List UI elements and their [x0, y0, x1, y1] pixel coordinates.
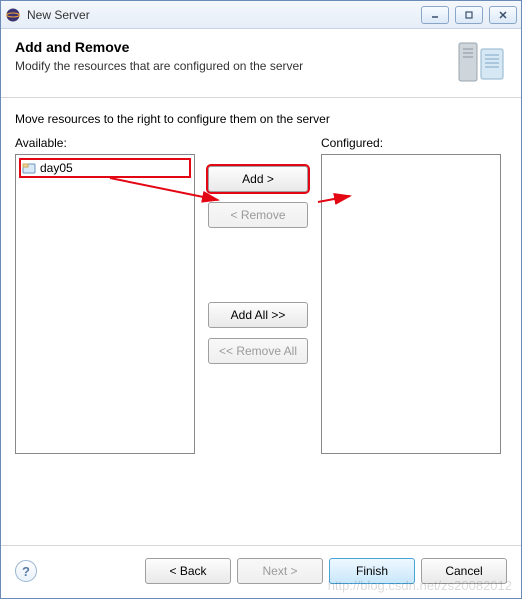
help-button[interactable]: ? [15, 560, 37, 582]
new-server-dialog: New Server Add and Remove Modify the res… [0, 0, 522, 599]
cancel-button[interactable]: Cancel [421, 558, 507, 584]
finish-button[interactable]: Finish [329, 558, 415, 584]
window-title: New Server [27, 8, 90, 22]
list-item-label: day05 [40, 161, 73, 175]
available-label: Available: [15, 136, 195, 150]
dialog-content: Move resources to the right to configure… [1, 98, 521, 545]
dialog-footer: ? < Back Next > Finish Cancel [1, 545, 521, 598]
configured-column: Configured: [321, 136, 501, 537]
minimize-button[interactable] [421, 6, 449, 24]
eclipse-icon [5, 7, 21, 23]
close-button[interactable] [489, 6, 517, 24]
back-button[interactable]: < Back [145, 558, 231, 584]
transfer-buttons: Add > < Remove Add All >> << Remove All [203, 136, 313, 537]
configured-label: Configured: [321, 136, 501, 150]
titlebar[interactable]: New Server [1, 1, 521, 29]
remove-all-button: << Remove All [208, 338, 308, 364]
add-all-button[interactable]: Add All >> [208, 302, 308, 328]
window-controls [421, 6, 517, 24]
dialog-header: Add and Remove Modify the resources that… [1, 29, 521, 98]
available-column: Available: day05 [15, 136, 195, 537]
remove-button: < Remove [208, 202, 308, 228]
instruction-text: Move resources to the right to configure… [15, 112, 507, 126]
configured-listbox[interactable] [321, 154, 501, 454]
next-button: Next > [237, 558, 323, 584]
available-listbox[interactable]: day05 [15, 154, 195, 454]
dialog-subtitle: Modify the resources that are configured… [15, 59, 303, 73]
maximize-button[interactable] [455, 6, 483, 24]
project-icon [22, 161, 36, 175]
server-config-icon [455, 39, 507, 85]
dialog-title: Add and Remove [15, 39, 303, 55]
list-item[interactable]: day05 [20, 159, 190, 177]
add-button[interactable]: Add > [208, 166, 308, 192]
